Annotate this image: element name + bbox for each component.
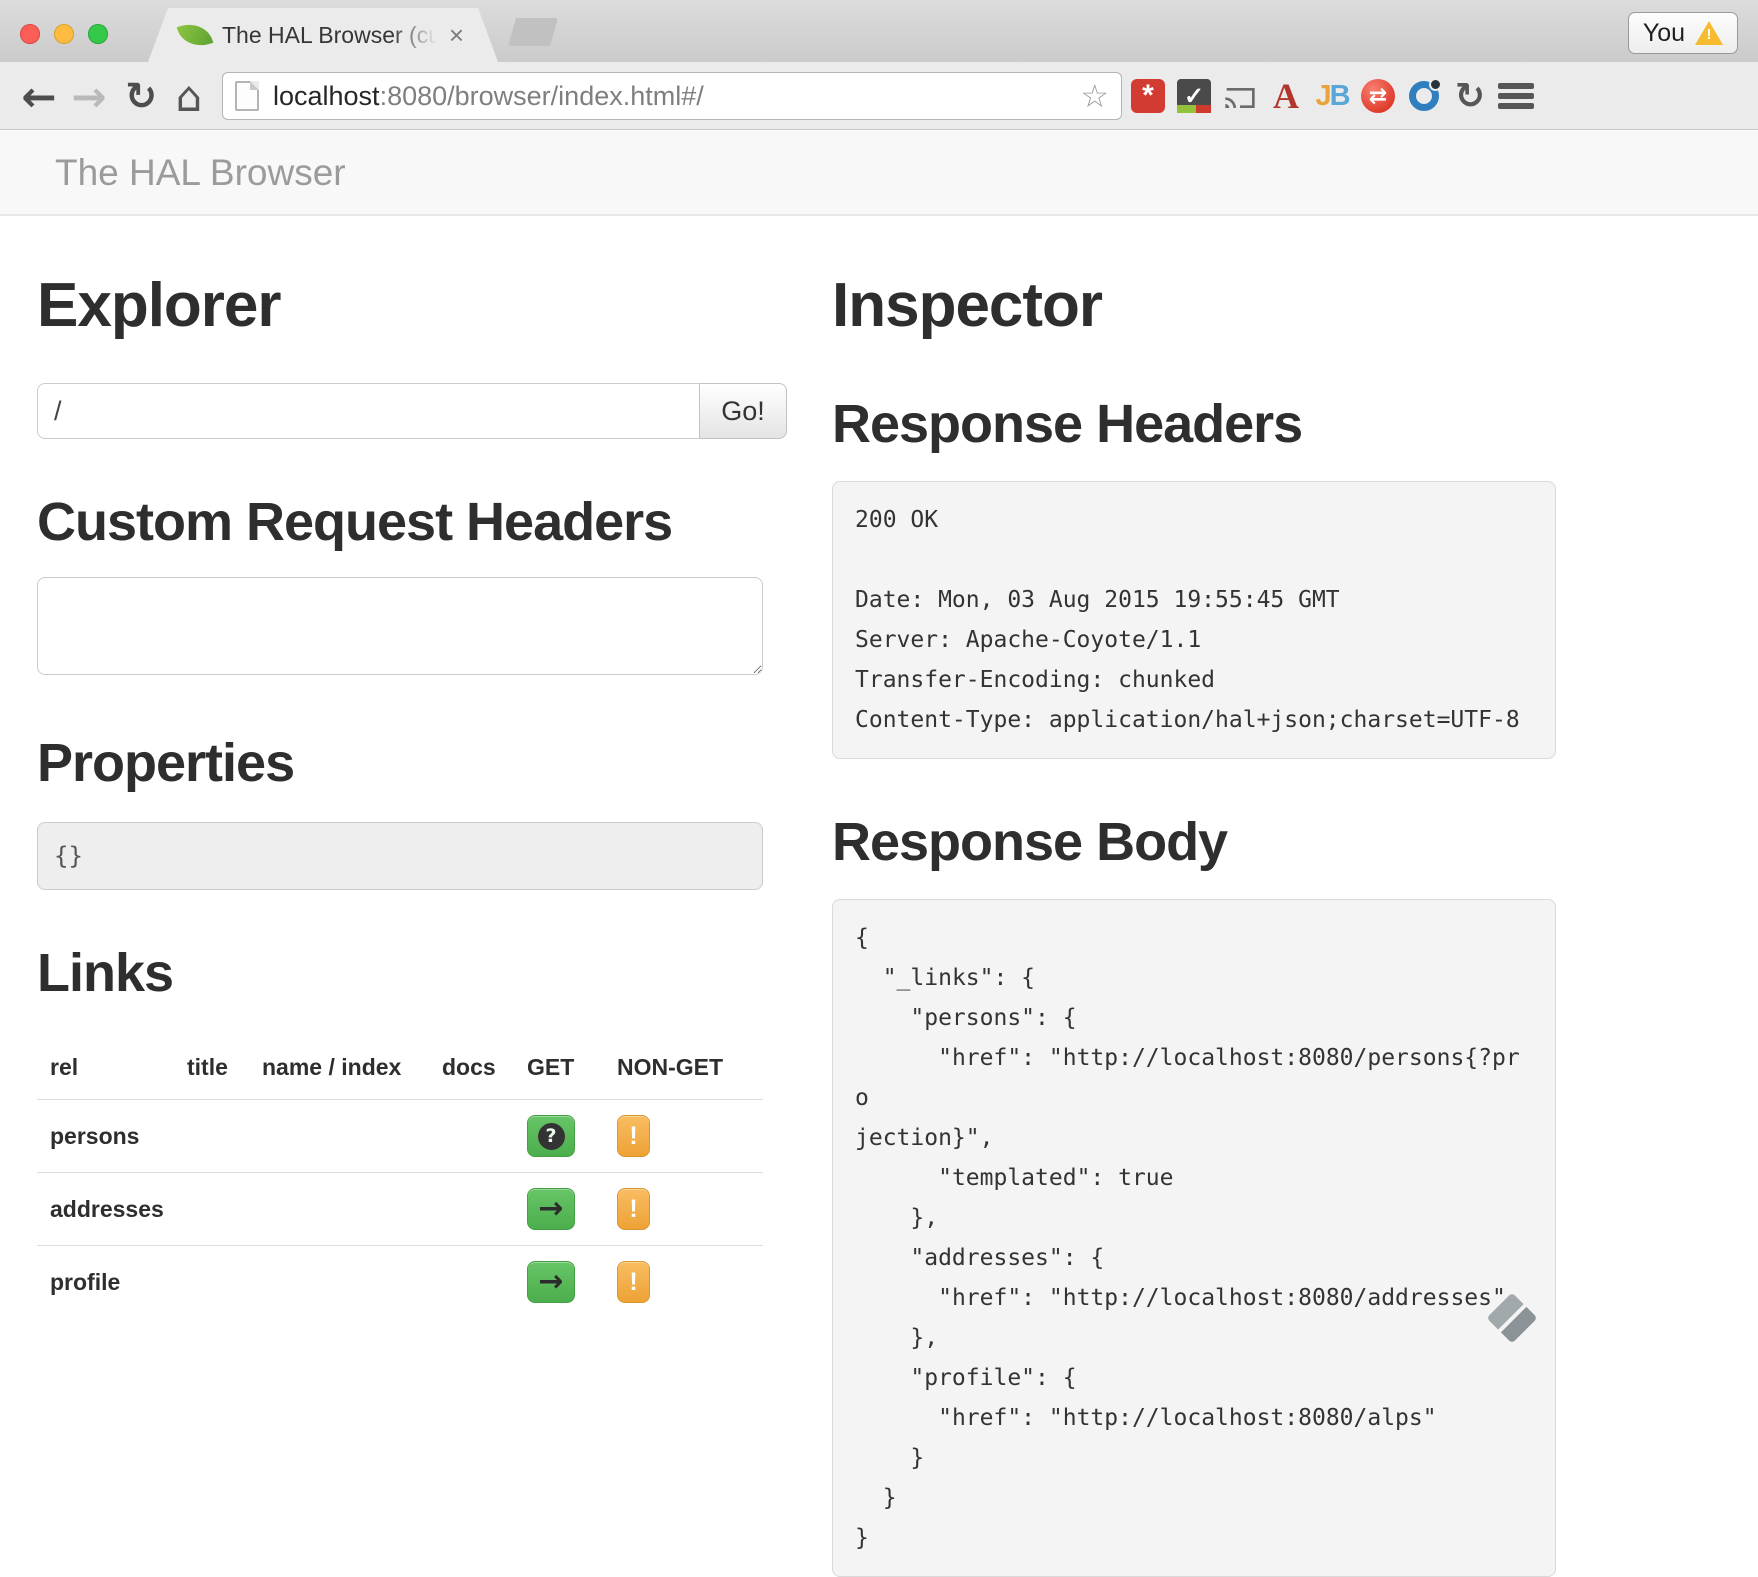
jb-j: J bbox=[1315, 80, 1329, 113]
minimize-window-button[interactable] bbox=[54, 24, 74, 44]
traffic-lights bbox=[20, 24, 108, 44]
back-button-icon[interactable]: ← bbox=[14, 62, 64, 130]
properties-box: {} bbox=[37, 822, 763, 890]
response-body-box: { "_links": { "persons": { "href": "http… bbox=[832, 899, 1556, 1577]
blue-circle-extension-icon[interactable] bbox=[1407, 79, 1441, 113]
col-non-get: NON-GET bbox=[617, 1038, 763, 1100]
warning-icon: ! bbox=[1695, 21, 1723, 45]
new-tab-button[interactable] bbox=[508, 18, 558, 46]
url-host: localhost bbox=[273, 81, 380, 111]
col-docs: docs bbox=[442, 1038, 527, 1100]
properties-value: {} bbox=[54, 842, 83, 870]
home-button-icon[interactable]: ⌂ bbox=[166, 62, 212, 130]
cast-extension-icon[interactable] bbox=[1223, 79, 1257, 113]
profile-button-label: You bbox=[1643, 19, 1685, 48]
links-table: rel title name / index docs GET NON-GET … bbox=[37, 1038, 763, 1318]
go-button[interactable]: Go! bbox=[699, 383, 787, 439]
get-button-profile[interactable]: → bbox=[527, 1261, 575, 1303]
url-path: :8080/browser/index.html#/ bbox=[380, 81, 704, 111]
table-row-persons: persons ? ! bbox=[37, 1100, 763, 1173]
explorer-title: Explorer bbox=[37, 270, 787, 341]
page-icon bbox=[235, 81, 259, 111]
col-rel: rel bbox=[37, 1038, 187, 1100]
cell-docs bbox=[442, 1173, 527, 1246]
cell-title bbox=[187, 1173, 262, 1246]
inspector-column: Inspector Response Headers 200 OK Date: … bbox=[832, 218, 1556, 1577]
non-get-button-profile[interactable]: ! bbox=[617, 1261, 650, 1303]
cell-title bbox=[187, 1100, 262, 1173]
inspector-title: Inspector bbox=[832, 270, 1556, 341]
tab-title-wrap: The HAL Browser (customi bbox=[222, 20, 437, 50]
checkmark-extension-icon[interactable]: ✓ bbox=[1177, 79, 1211, 113]
col-title: title bbox=[187, 1038, 262, 1100]
tab-title-fade bbox=[391, 20, 437, 50]
exclamation-icon: ! bbox=[629, 1122, 637, 1151]
arrow-right-icon: → bbox=[538, 1194, 563, 1224]
custom-request-headers-title: Custom Request Headers bbox=[37, 491, 787, 553]
get-button-persons[interactable]: ? bbox=[527, 1115, 575, 1157]
browser-toolbar: ← → ↻ ⌂ localhost:8080/browser/index.htm… bbox=[0, 62, 1758, 130]
uri-input[interactable] bbox=[37, 383, 699, 439]
non-get-button-addresses[interactable]: ! bbox=[617, 1188, 650, 1230]
zoom-window-button[interactable] bbox=[88, 24, 108, 44]
table-row-profile: profile → ! bbox=[37, 1246, 763, 1319]
cell-name-index bbox=[262, 1246, 442, 1319]
question-icon: ? bbox=[538, 1123, 565, 1150]
jb-b: B bbox=[1330, 80, 1349, 113]
lastpass-extension-icon[interactable]: * bbox=[1131, 79, 1165, 113]
reload-button-icon[interactable]: ↻ bbox=[118, 62, 164, 130]
links-title: Links bbox=[37, 942, 787, 1004]
custom-request-headers-textarea[interactable] bbox=[37, 577, 763, 675]
cell-name-index bbox=[262, 1100, 442, 1173]
uri-input-group: Go! bbox=[37, 383, 787, 439]
a-extension-icon[interactable]: A bbox=[1269, 79, 1303, 113]
page-content: Explorer Go! Custom Request Headers Prop… bbox=[0, 218, 1758, 1577]
browser-tab[interactable]: The HAL Browser (customi × bbox=[148, 8, 498, 62]
explorer-column: Explorer Go! Custom Request Headers Prop… bbox=[37, 218, 787, 1577]
rel-addresses: addresses bbox=[37, 1173, 187, 1246]
col-name-index: name / index bbox=[262, 1038, 442, 1100]
sync-orb-extension-icon[interactable]: ⇄ bbox=[1361, 79, 1395, 113]
blue-ring-dot bbox=[1429, 78, 1442, 91]
site-navbar: The HAL Browser bbox=[0, 131, 1758, 216]
rel-profile: profile bbox=[37, 1246, 187, 1319]
spring-leaf-favicon bbox=[177, 18, 214, 52]
tab-strip: The HAL Browser (customi × You ! bbox=[0, 0, 1758, 62]
url-text[interactable]: localhost:8080/browser/index.html#/ bbox=[273, 81, 704, 112]
site-brand: The HAL Browser bbox=[55, 152, 346, 194]
properties-title: Properties bbox=[37, 732, 787, 794]
cell-docs bbox=[442, 1100, 527, 1173]
links-header-row: rel title name / index docs GET NON-GET bbox=[37, 1038, 763, 1100]
profile-button[interactable]: You ! bbox=[1628, 12, 1738, 54]
response-headers-title: Response Headers bbox=[832, 393, 1556, 455]
bookmark-star-icon[interactable]: ☆ bbox=[1080, 77, 1109, 115]
arrow-right-icon: → bbox=[538, 1267, 563, 1297]
get-button-addresses[interactable]: → bbox=[527, 1188, 575, 1230]
response-body-title: Response Body bbox=[832, 811, 1556, 873]
cell-docs bbox=[442, 1246, 527, 1319]
chrome-menu-icon[interactable] bbox=[1496, 80, 1536, 112]
response-headers-box: 200 OK Date: Mon, 03 Aug 2015 19:55:45 G… bbox=[832, 481, 1556, 759]
cell-name-index bbox=[262, 1173, 442, 1246]
cell-title bbox=[187, 1246, 262, 1319]
forward-button-icon: → bbox=[64, 62, 114, 130]
close-window-button[interactable] bbox=[20, 24, 40, 44]
tab-close-icon[interactable]: × bbox=[449, 22, 464, 48]
col-get: GET bbox=[527, 1038, 617, 1100]
rel-persons: persons bbox=[37, 1100, 187, 1173]
history-sync-icon[interactable]: ↻ bbox=[1453, 79, 1487, 113]
non-get-button-persons[interactable]: ! bbox=[617, 1115, 650, 1157]
address-bar[interactable]: localhost:8080/browser/index.html#/ ☆ bbox=[222, 72, 1122, 120]
jb-extension-icon[interactable]: JB bbox=[1315, 79, 1349, 113]
exclamation-icon: ! bbox=[629, 1195, 637, 1224]
warning-exclamation: ! bbox=[1707, 25, 1712, 45]
extension-icons: * ✓ A JB ⇄ ↻ bbox=[1131, 62, 1487, 130]
table-row-addresses: addresses → ! bbox=[37, 1173, 763, 1246]
exclamation-icon: ! bbox=[629, 1268, 637, 1297]
